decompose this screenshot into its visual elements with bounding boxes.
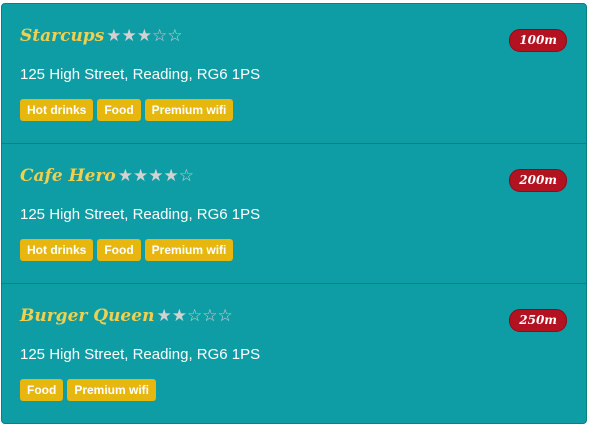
place-address: 125 High Street, Reading, RG6 1PS bbox=[20, 346, 261, 363]
distance-badge: 100m bbox=[509, 29, 567, 52]
star-filled-icon: ★ bbox=[163, 165, 179, 186]
tag-list: Hot drinks Food Premium wifi bbox=[20, 239, 234, 261]
star-empty-icon: ☆ bbox=[152, 25, 168, 46]
place-name[interactable]: Burger Queen bbox=[20, 306, 154, 326]
distance-badge: 200m bbox=[509, 169, 567, 192]
star-filled-icon: ★ bbox=[117, 165, 134, 186]
star-filled-icon: ★ bbox=[136, 25, 153, 46]
star-rating: ★ ★ ☆ ☆ ☆ bbox=[156, 305, 233, 326]
star-rating: ★ ★ ★ ☆ ☆ bbox=[106, 25, 183, 46]
star-empty-icon: ☆ bbox=[167, 25, 183, 46]
star-rating: ★ ★ ★ ★ ☆ bbox=[117, 165, 195, 186]
place-list: Starcups ★ ★ ★ ☆ ☆ 125 High Street, Reading,… bbox=[1, 3, 587, 424]
tag-badge: Hot drinks bbox=[20, 99, 94, 121]
tag-badge: Hot drinks bbox=[20, 239, 94, 261]
star-filled-icon: ★ bbox=[171, 305, 187, 326]
place-title-row: Burger Queen ★ ★ ☆ ☆ ☆ bbox=[20, 306, 233, 326]
tag-badge: Premium wifi bbox=[144, 99, 234, 121]
place-title-row: Starcups ★ ★ ★ ☆ ☆ bbox=[20, 26, 183, 46]
place-address: 125 High Street, Reading, RG6 1PS bbox=[20, 206, 261, 223]
star-empty-icon: ☆ bbox=[202, 305, 218, 326]
tag-badge: Food bbox=[20, 379, 64, 401]
star-filled-icon: ★ bbox=[133, 165, 149, 186]
place-title-row: Cafe Hero ★ ★ ★ ★ ☆ bbox=[20, 166, 194, 186]
place-name[interactable]: Starcups bbox=[20, 26, 104, 46]
star-filled-icon: ★ bbox=[156, 305, 172, 326]
star-filled-icon: ★ bbox=[106, 25, 122, 46]
place-card[interactable]: Cafe Hero ★ ★ ★ ★ ☆ 125 High Street, Reading… bbox=[2, 144, 586, 284]
star-empty-icon: ☆ bbox=[178, 165, 195, 186]
distance-badge: 250m bbox=[509, 309, 567, 332]
place-name[interactable]: Cafe Hero bbox=[20, 166, 116, 186]
star-filled-icon: ★ bbox=[121, 25, 137, 46]
tag-list: Hot drinks Food Premium wifi bbox=[20, 99, 234, 121]
star-filled-icon: ★ bbox=[148, 165, 164, 186]
tag-badge: Food bbox=[97, 239, 141, 261]
place-card[interactable]: Burger Queen ★ ★ ☆ ☆ ☆ 125 High Street, Read… bbox=[2, 284, 586, 423]
tag-badge: Premium wifi bbox=[67, 379, 157, 401]
tag-list: Food Premium wifi bbox=[20, 379, 157, 401]
tag-badge: Premium wifi bbox=[144, 239, 234, 261]
tag-badge: Food bbox=[97, 99, 141, 121]
place-address: 125 High Street, Reading, RG6 1PS bbox=[20, 66, 261, 83]
star-empty-icon: ☆ bbox=[186, 305, 203, 326]
place-card[interactable]: Starcups ★ ★ ★ ☆ ☆ 125 High Street, Reading,… bbox=[2, 4, 586, 144]
star-empty-icon: ☆ bbox=[217, 305, 233, 326]
